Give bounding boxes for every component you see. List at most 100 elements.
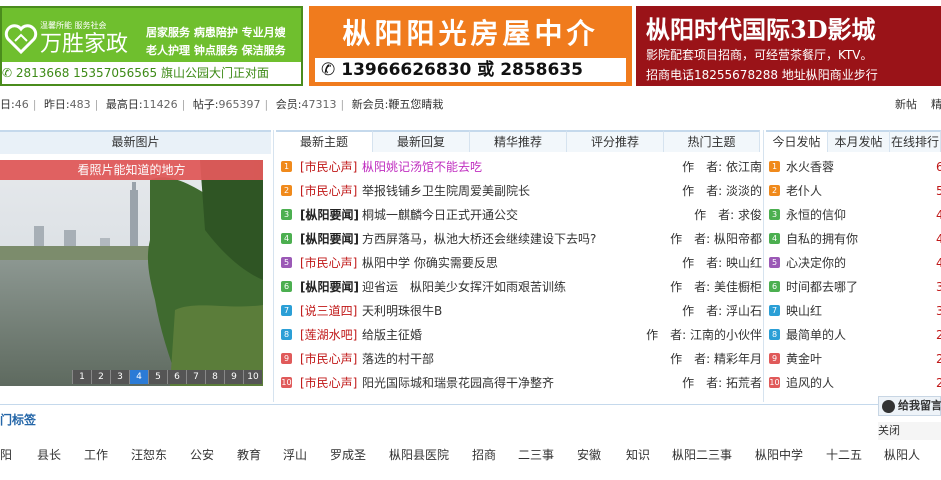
- thread-forum-link[interactable]: [说三道四]: [300, 304, 357, 318]
- user-name-link[interactable]: 水火香蓉: [786, 155, 834, 179]
- rank-badge-icon: 4: [769, 233, 780, 244]
- tag-link[interactable]: 安徽: [577, 446, 601, 463]
- rank-badge-icon: 3: [281, 209, 292, 220]
- photo-page-6[interactable]: 6: [167, 370, 186, 384]
- tab-3[interactable]: 精华推荐: [470, 130, 567, 152]
- thread-row: 4 [枞阳要闻] 方西屏落马，枞池大桥还会继续建设下去吗? 作 者: 枞阳帝都: [278, 227, 762, 251]
- phone-icon: ✆: [2, 66, 13, 80]
- banner-sunshine-realty[interactable]: 枞阳阳光房屋中介 ✆ 13966626830 或 2858635: [309, 6, 632, 86]
- tag-link[interactable]: 枞阳二三事: [672, 446, 732, 463]
- banner-wansheng-housekeeping[interactable]: 温馨所能 服务社会 万胜家政 居家服务 病患陪护 专业月嫂 老人护理 钟点服务 …: [0, 6, 303, 86]
- rank-badge-icon: 10: [769, 377, 780, 388]
- photo-page-8[interactable]: 8: [205, 370, 224, 384]
- user-name-link[interactable]: 永恒的信仰: [786, 203, 846, 227]
- tag-link[interactable]: 二三事: [518, 446, 554, 463]
- tag-link[interactable]: 阳: [0, 446, 12, 463]
- user-post-count: 3: [936, 304, 941, 318]
- thread-forum-link[interactable]: [枞阳要闻]: [300, 232, 359, 246]
- photo-page-2[interactable]: 2: [91, 370, 110, 384]
- featured-photo[interactable]: 看照片能知道的地方: [0, 160, 263, 386]
- thread-title-link[interactable]: 举报钱铺乡卫生院周爱美副院长: [362, 179, 530, 203]
- tag-link[interactable]: 罗成圣: [330, 446, 366, 463]
- thread-forum-link[interactable]: [市民心声]: [300, 184, 357, 198]
- user-name-link[interactable]: 时间都去哪了: [786, 275, 858, 299]
- rank-badge-icon: 7: [281, 305, 292, 316]
- rank-badge-icon: 4: [281, 233, 292, 244]
- photo-page-5[interactable]: 5: [148, 370, 167, 384]
- thread-title-link[interactable]: 枞阳姚记汤馆不能去吃: [362, 155, 482, 179]
- thread-author[interactable]: 作 者: 拓荒者: [682, 371, 762, 395]
- leave-message-button[interactable]: 给我留言: [878, 396, 941, 416]
- banner-cinema[interactable]: 枞阳时代国际3D影城 影院配套项目招商，可经营茶餐厅，KTV。 招商电话1825…: [636, 6, 941, 86]
- thread-forum-link[interactable]: [市民心声]: [300, 352, 357, 366]
- thread-author[interactable]: 作 者: 浮山石: [682, 299, 762, 323]
- tag-link[interactable]: 公安: [190, 446, 214, 463]
- ranking-tab-1[interactable]: 今日发帖: [766, 130, 828, 152]
- wansheng-services-row2: 老人护理 钟点服务 保洁服务: [146, 44, 286, 57]
- thread-forum-link[interactable]: [枞阳要闻]: [300, 208, 359, 222]
- tag-link[interactable]: 汪恕东: [131, 446, 167, 463]
- tab-1[interactable]: 最新主题: [276, 130, 373, 152]
- tab-4[interactable]: 评分推荐: [567, 130, 664, 152]
- thread-title-link[interactable]: 枞阳中学 你确实需要反思: [362, 251, 498, 275]
- new-posts-link[interactable]: 新帖: [895, 98, 917, 111]
- tag-link[interactable]: 县长: [37, 446, 61, 463]
- user-name-link[interactable]: 最简单的人: [786, 323, 846, 347]
- thread-author[interactable]: 作 者: 精彩年月: [670, 347, 762, 371]
- thread-title-link[interactable]: 给版主征婚: [362, 323, 422, 347]
- user-name-link[interactable]: 心决定你的: [786, 251, 846, 275]
- user-name-link[interactable]: 老仆人: [786, 179, 822, 203]
- thread-forum-link[interactable]: [市民心声]: [300, 160, 357, 174]
- user-post-count: 5: [936, 184, 941, 198]
- user-name-link[interactable]: 自私的拥有你: [786, 227, 858, 251]
- tag-link[interactable]: 知识: [626, 446, 650, 463]
- tag-link[interactable]: 枞阳中学: [755, 446, 803, 463]
- tag-link[interactable]: 工作: [84, 446, 108, 463]
- thread-title-link[interactable]: 桐城一麒麟今日正式开通公交: [362, 203, 518, 227]
- thread-author[interactable]: 作 者: 淡淡的: [682, 179, 762, 203]
- photo-page-3[interactable]: 3: [110, 370, 129, 384]
- photo-page-7[interactable]: 7: [186, 370, 205, 384]
- thread-title-link[interactable]: 迎省运 枞阳美少女挥汗如雨艰苦训练: [362, 275, 566, 299]
- thread-author[interactable]: 作 者: 依江南: [682, 155, 762, 179]
- tag-link[interactable]: 枞阳县医院: [389, 446, 449, 463]
- thread-forum-link[interactable]: [市民心声]: [300, 376, 357, 390]
- user-rank-row: 8 最简单的人 2: [766, 323, 941, 347]
- tag-link[interactable]: 枞阳人: [884, 446, 920, 463]
- cinema-line2: 影院配套项目招商，可经营茶餐厅，KTV。: [646, 48, 873, 62]
- thread-forum-link[interactable]: [市民心声]: [300, 256, 357, 270]
- ranking-tab-3[interactable]: 在线排行: [890, 130, 941, 152]
- close-float-button[interactable]: 关闭: [878, 422, 941, 440]
- user-name-link[interactable]: 追风的人: [786, 371, 834, 395]
- thread-author[interactable]: 作 者: 江南的小伙伴: [646, 323, 762, 347]
- tag-link[interactable]: 招商: [472, 446, 496, 463]
- lake-photo-image: [0, 160, 263, 386]
- new-member-link[interactable]: 鞭五您睛栽: [388, 98, 443, 111]
- tag-link[interactable]: 浮山: [283, 446, 307, 463]
- thread-title-link[interactable]: 落选的村干部: [362, 347, 434, 371]
- thread-list: 1 [市民心声] 枞阳姚记汤馆不能去吃 作 者: 依江南 2 [市民心声] 举报钱铺乡卫生院…: [278, 155, 762, 395]
- rank-badge-icon: 5: [281, 257, 292, 268]
- thread-author[interactable]: 作 者: 美佳橱柜: [670, 275, 762, 299]
- thread-forum-link[interactable]: [枞阳要闻]: [300, 280, 359, 294]
- thread-title-link[interactable]: 阳光国际城和瑞景花园高得干净整齐: [362, 371, 554, 395]
- photo-page-10[interactable]: 10: [243, 370, 262, 384]
- photo-page-1[interactable]: 1: [72, 370, 91, 384]
- user-name-link[interactable]: 黄金叶: [786, 347, 822, 371]
- thread-title-link[interactable]: 方西屏落马，枞池大桥还会继续建设下去吗?: [362, 227, 596, 251]
- tab-5[interactable]: 热门主题: [664, 130, 760, 152]
- featured-link[interactable]: 精: [931, 98, 941, 111]
- thread-author[interactable]: 作 者: 映山红: [682, 251, 762, 275]
- user-name-link[interactable]: 映山红: [786, 299, 822, 323]
- thread-title-link[interactable]: 天利明珠很牛B: [362, 299, 442, 323]
- thread-forum-link[interactable]: [莲湖水吧]: [300, 328, 357, 342]
- user-rank-row: 3 永恒的信仰 4: [766, 203, 941, 227]
- tag-link[interactable]: 十二五: [826, 446, 862, 463]
- thread-author[interactable]: 作 者: 枞阳帝都: [670, 227, 762, 251]
- photo-page-9[interactable]: 9: [224, 370, 243, 384]
- tag-link[interactable]: 教育: [237, 446, 261, 463]
- photo-page-4[interactable]: 4: [129, 370, 148, 384]
- thread-author[interactable]: 作 者: 求俊: [694, 203, 762, 227]
- ranking-tab-2[interactable]: 本月发帖: [828, 130, 890, 152]
- tab-2[interactable]: 最新回复: [373, 130, 470, 152]
